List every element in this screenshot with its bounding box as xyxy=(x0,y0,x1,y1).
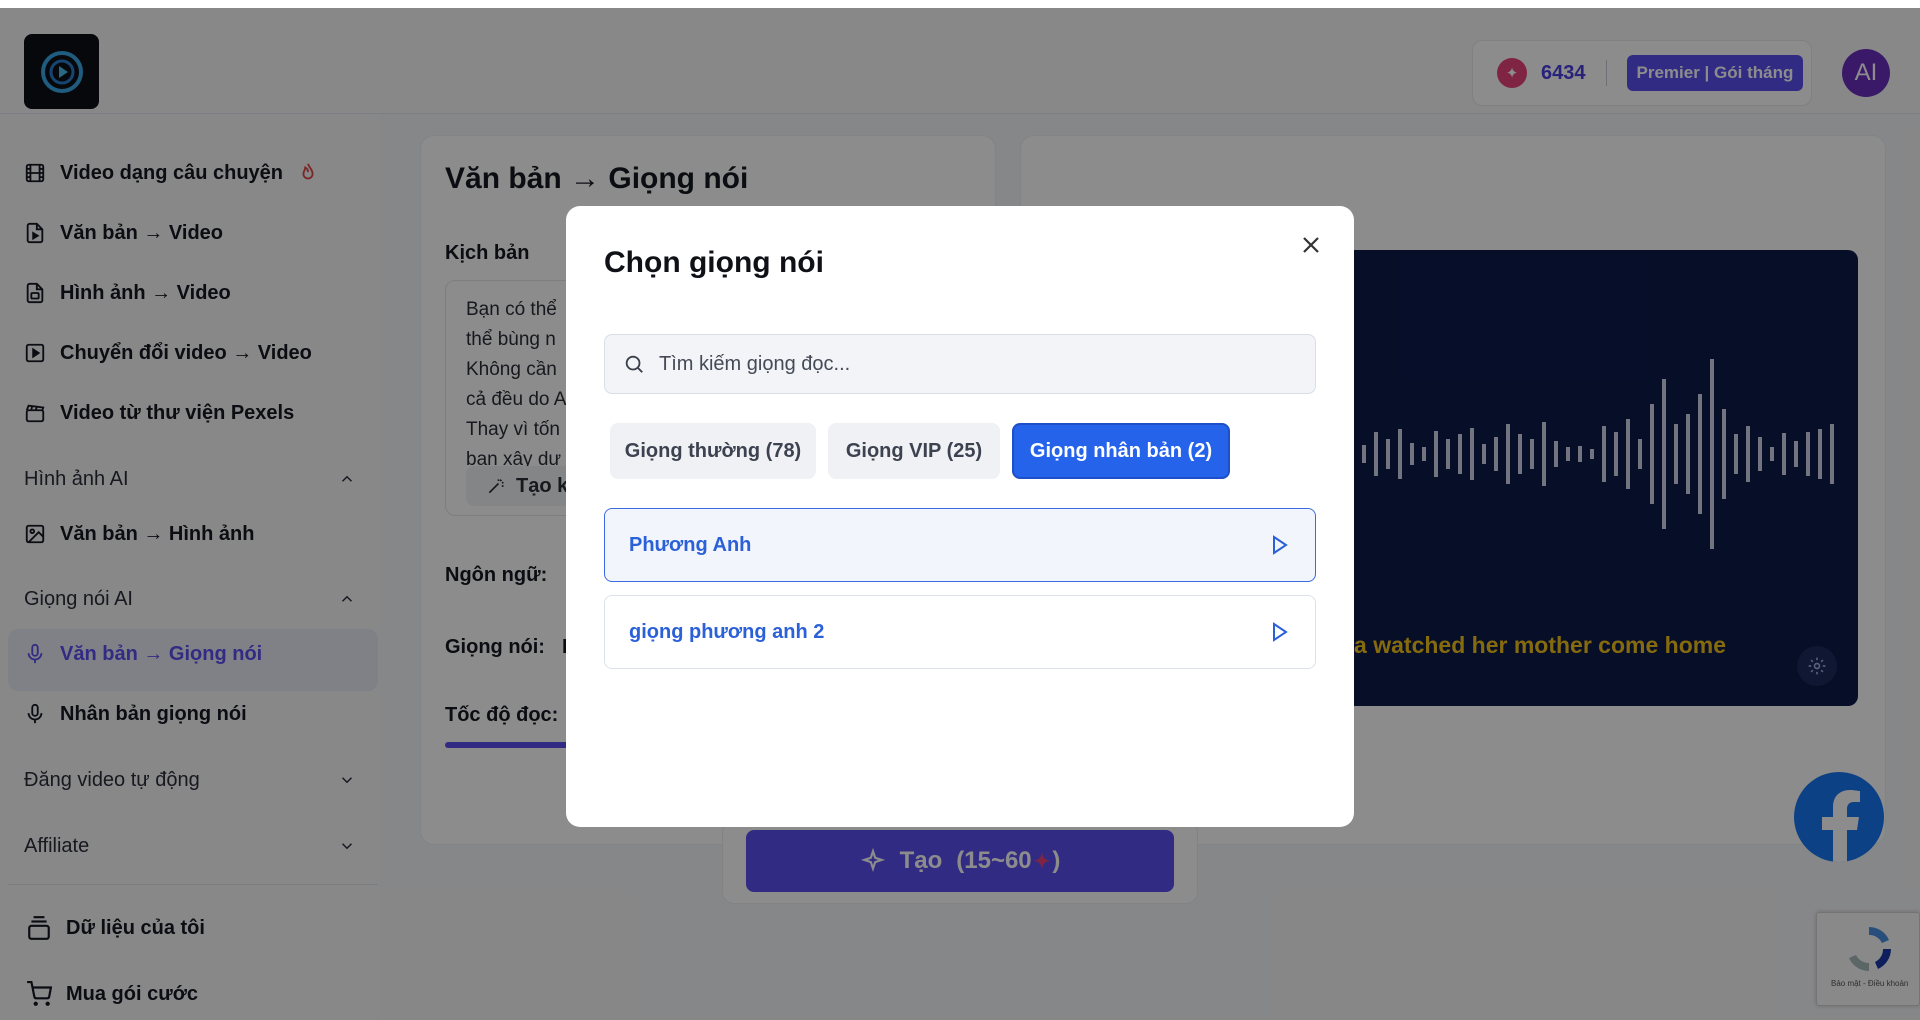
voice-option-name: Phương Anh xyxy=(629,533,752,556)
voice-option-name: giọng phương anh 2 xyxy=(629,620,825,643)
modal-title: Chọn giọng nói xyxy=(604,246,824,279)
close-icon xyxy=(1303,237,1319,253)
tab-cloned-voices[interactable]: Giọng nhân bản (2) xyxy=(1012,423,1230,479)
play-icon[interactable] xyxy=(1267,620,1291,644)
voice-search-box[interactable] xyxy=(604,334,1316,394)
top-strip xyxy=(0,0,1920,8)
tab-vip-voices[interactable]: Giọng VIP (25) xyxy=(828,423,1000,479)
play-icon[interactable] xyxy=(1267,533,1291,557)
voice-option[interactable]: Phương Anh xyxy=(604,508,1316,582)
tab-standard-voices[interactable]: Giọng thường (78) xyxy=(610,423,816,479)
voice-option[interactable]: giọng phương anh 2 xyxy=(604,595,1316,669)
search-icon xyxy=(625,355,643,373)
voice-search-input[interactable] xyxy=(659,352,1299,376)
voice-picker-modal: Chọn giọng nói Giọng thường (78) Giọng V… xyxy=(566,206,1354,827)
close-button[interactable] xyxy=(1298,232,1324,258)
